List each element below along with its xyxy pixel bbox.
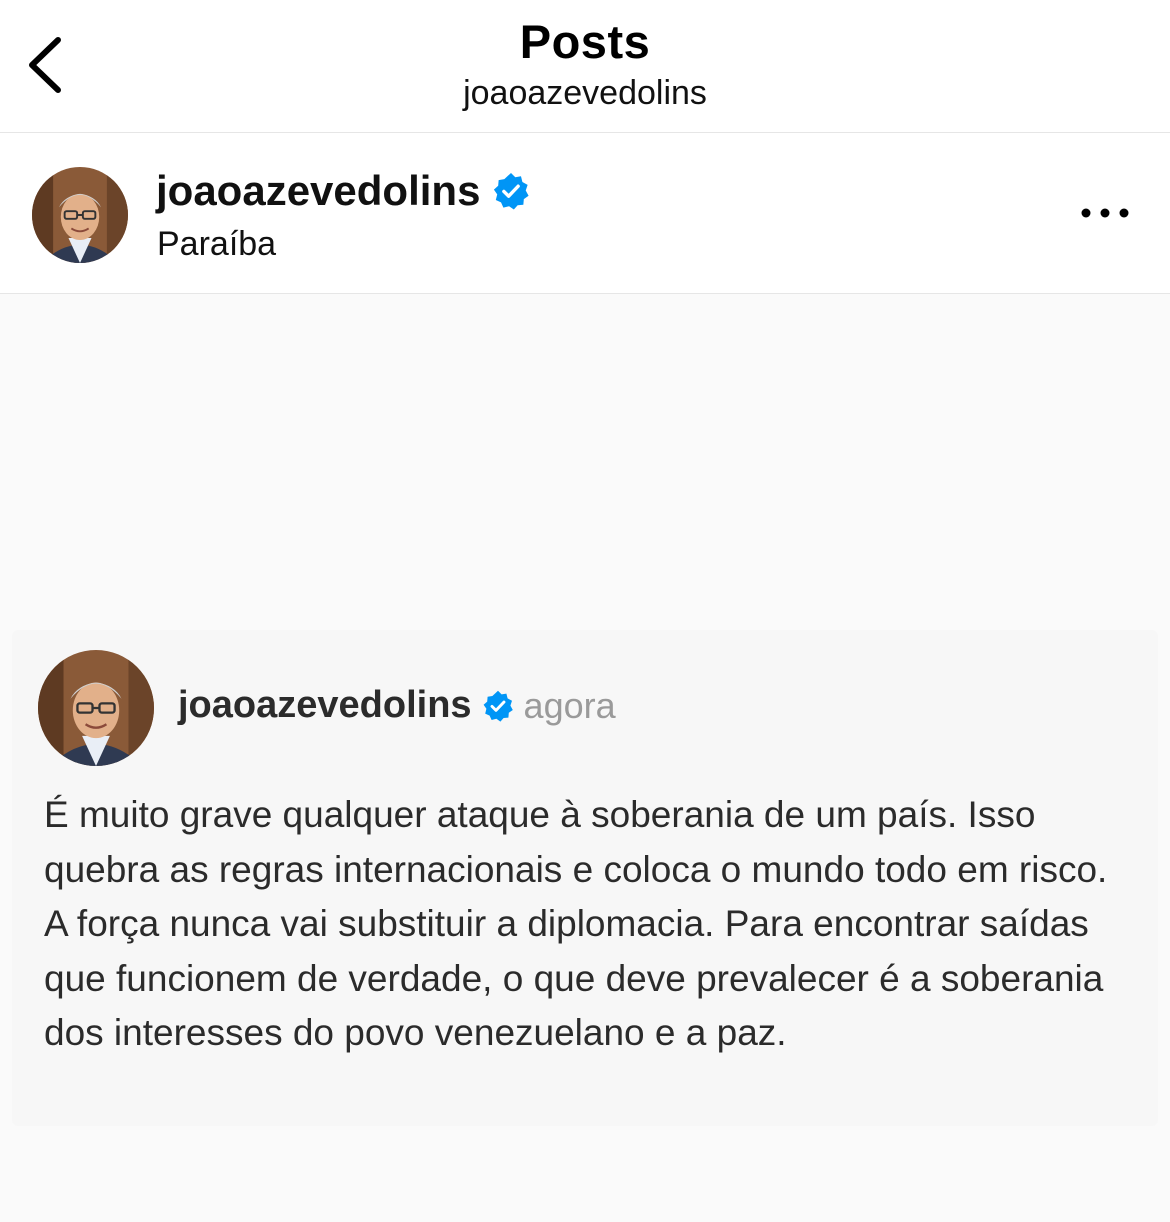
more-options-button[interactable] (1078, 197, 1132, 229)
ellipsis-icon (1081, 208, 1129, 218)
author-avatar[interactable] (32, 167, 128, 263)
quote-author-avatar (38, 650, 154, 766)
verified-badge-icon (483, 690, 513, 722)
quote-card: joaoazevedolins agora É muito grave qual… (12, 630, 1158, 1126)
post-media[interactable]: joaoazevedolins agora É muito grave qual… (0, 294, 1170, 1222)
page-subtitle-username: joaoazevedolins (463, 74, 707, 112)
quote-timestamp: agora (523, 684, 616, 726)
page-title: Posts (519, 15, 651, 68)
author-name-row[interactable]: joaoazevedolins (156, 167, 530, 215)
author-username: joaoazevedolins (156, 167, 481, 214)
post-header: joaoazevedolins Paraíba (0, 133, 1170, 294)
quote-username: joaoazevedolins (178, 684, 472, 726)
top-navigation-bar: Posts joaoazevedolins (0, 0, 1170, 133)
quote-text: É muito grave qualquer ataque à soberani… (44, 794, 1108, 1053)
verified-badge-icon (494, 172, 530, 210)
quote-name-row: joaoazevedolins agora (178, 684, 616, 727)
post-location[interactable]: Paraíba (157, 225, 276, 264)
